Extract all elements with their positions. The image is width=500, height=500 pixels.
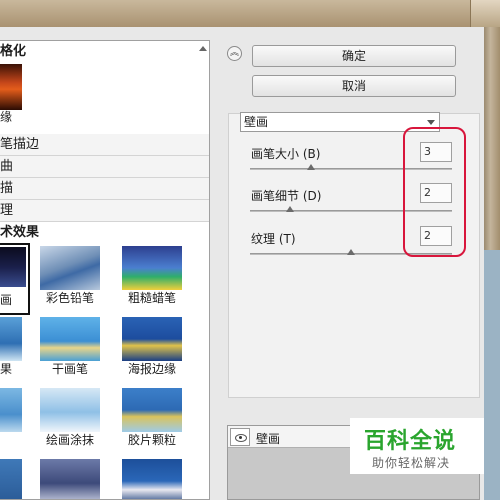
slider-thumb-brush-detail[interactable]: [286, 206, 295, 212]
param-label-texture: 纹理 (T): [251, 232, 296, 246]
category-label: 笔描边: [0, 137, 40, 152]
filter-tile-label: 果: [0, 362, 13, 376]
category-label: 理: [0, 203, 14, 218]
eye-icon[interactable]: [230, 428, 250, 446]
filter-tile-paint-daubs[interactable]: [40, 388, 100, 432]
effect-layer-label: 壁画: [256, 432, 281, 446]
category-label: 描: [0, 181, 14, 196]
scroll-up-arrow-icon[interactable]: [198, 44, 208, 54]
filter-tile-label: 粗糙蜡笔: [127, 291, 176, 305]
filter-tile-selected[interactable]: 画: [0, 243, 30, 315]
category-label: 术效果: [0, 225, 40, 240]
filter-tile-label: 干画笔: [51, 362, 88, 376]
cancel-button[interactable]: 取消: [252, 75, 456, 97]
param-label-brush-detail: 画笔细节 (D): [251, 189, 322, 203]
param-label-brush-size: 画笔大小 (B): [251, 147, 321, 161]
category-label: 曲: [0, 159, 14, 174]
watermark-subtitle: 助你轻松解决: [372, 456, 451, 470]
filter-tile-partial[interactable]: [0, 388, 22, 432]
filter-thumbnail: [0, 247, 26, 287]
window-frame-right-lower: [484, 250, 500, 500]
filter-tile-label: 海报边缘: [127, 362, 176, 376]
category-artistic[interactable]: 术效果: [0, 222, 209, 244]
filter-tile-film-grain[interactable]: [122, 388, 182, 432]
ok-button[interactable]: 确定: [252, 45, 456, 67]
filter-tile-label: 胶片颗粒: [127, 433, 176, 447]
filter-gallery-list[interactable]: 格化 缘 笔描边 曲 描 理 术效果 画 彩色铅笔 粗糙蜡笔 果 干画笔 海报边…: [0, 40, 210, 500]
filter-thumbnail-label: 缘: [0, 110, 13, 124]
category-label: 格化: [0, 44, 27, 59]
filter-tile-neon-glow[interactable]: [122, 459, 182, 499]
watermark-title: 百科全说: [364, 429, 457, 454]
filter-tile-dry-brush[interactable]: [40, 317, 100, 361]
category-sketch[interactable]: 描: [0, 178, 209, 200]
filter-tile-fresco[interactable]: [40, 459, 100, 499]
annotation-highlight-box: [403, 127, 466, 257]
chevron-double-up-icon[interactable]: ︽: [227, 46, 242, 61]
filter-tile-rough-pastels[interactable]: [122, 246, 182, 290]
category-stylize[interactable]: 格化: [0, 41, 209, 63]
slider-thumb-brush-size[interactable]: [306, 164, 315, 170]
category-distort[interactable]: 曲: [0, 156, 209, 178]
filter-thumbnail-glowing-edges[interactable]: [0, 64, 22, 110]
filter-tile-poster-edges[interactable]: [122, 317, 182, 361]
category-brush-strokes[interactable]: 笔描边: [0, 134, 209, 156]
slider-thumb-texture[interactable]: [347, 249, 355, 255]
filter-tile-partial[interactable]: [0, 317, 22, 361]
chevron-down-icon[interactable]: [427, 120, 435, 125]
filter-tile-partial[interactable]: [0, 459, 22, 499]
filter-tile-label: 彩色铅笔: [45, 291, 94, 305]
filter-tile-label: 绘画涂抹: [45, 433, 94, 447]
window-corner: [470, 0, 500, 27]
window-titlebar: [0, 0, 500, 27]
category-texture[interactable]: 理: [0, 200, 209, 222]
filter-tile-colored-pencil[interactable]: [40, 246, 100, 290]
filter-tile-label: 画: [0, 293, 13, 307]
